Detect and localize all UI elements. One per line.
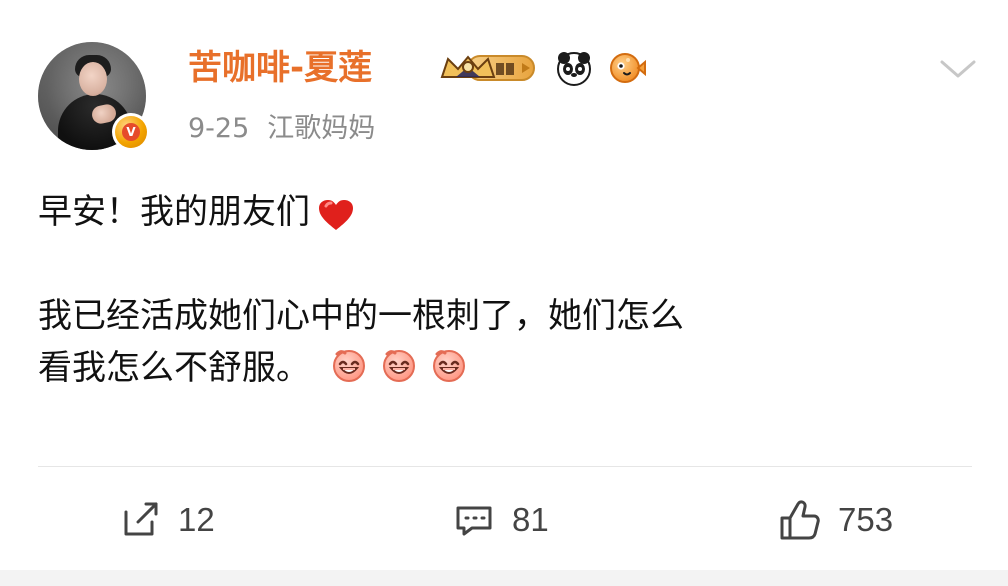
verified-badge-inner: V bbox=[115, 116, 147, 148]
content-text-1: 早安！我的朋友们 bbox=[38, 192, 310, 232]
crown-level-badge-icon[interactable] bbox=[434, 49, 542, 87]
panda-emoji-icon bbox=[554, 48, 594, 88]
content-text-2: 我已经活成她们心中的一根刺了，她们怎么 bbox=[38, 296, 684, 336]
pufferfish-emoji-icon bbox=[606, 48, 646, 88]
chevron-down-icon[interactable] bbox=[936, 54, 980, 84]
comment-svg bbox=[456, 506, 492, 536]
weibo-post: V 苦咖啡-夏莲 9-25 江歌妈妈 早安！我的朋友们 我已经活成她们心中的一根… bbox=[0, 0, 1008, 586]
like-button[interactable]: 753 bbox=[772, 492, 893, 548]
divider bbox=[38, 466, 972, 467]
like-count: 753 bbox=[838, 501, 894, 538]
post-meta: 9-25 江歌妈妈 bbox=[188, 110, 375, 148]
share-count: 12 bbox=[178, 501, 215, 538]
post-content: 早安！我的朋友们 我已经活成她们心中的一根刺了，她们怎么 看我怎么不舒服。 bbox=[38, 186, 978, 394]
red-heart-icon bbox=[316, 195, 356, 230]
thumbs-up-svg bbox=[780, 500, 820, 540]
panda-emoji-svg bbox=[557, 52, 591, 86]
chevron-down-svg bbox=[940, 60, 976, 78]
verified-v-icon: V bbox=[122, 123, 140, 141]
bottom-strip bbox=[0, 570, 1008, 586]
comment-button[interactable]: 81 bbox=[450, 492, 549, 548]
username[interactable]: 苦咖啡-夏莲 bbox=[188, 46, 372, 90]
crown-level-badge-svg bbox=[440, 55, 535, 81]
heart-svg bbox=[319, 199, 353, 230]
laughing-emoji-svg bbox=[332, 349, 365, 382]
share-button[interactable]: 12 bbox=[116, 492, 215, 548]
verified-badge-icon: V bbox=[112, 113, 150, 151]
post-actions: 12 81 753 bbox=[0, 492, 1008, 548]
content-line-2: 我已经活成她们心中的一根刺了，她们怎么 bbox=[38, 290, 978, 342]
thumbs-up-icon bbox=[772, 496, 824, 544]
laughing-emoji-icon bbox=[327, 344, 371, 388]
share-icon bbox=[116, 496, 164, 544]
pufferfish-emoji-svg bbox=[610, 53, 646, 83]
content-text-3: 看我怎么不舒服。 bbox=[38, 348, 310, 388]
content-line-1: 早安！我的朋友们 bbox=[38, 186, 978, 238]
user-badges bbox=[434, 46, 646, 90]
laughing-emoji-svg bbox=[382, 349, 415, 382]
laughing-emoji-svg bbox=[432, 349, 465, 382]
laughing-emoji-icon bbox=[377, 344, 421, 388]
comment-icon bbox=[450, 496, 498, 544]
comment-count: 81 bbox=[512, 501, 549, 538]
avatar-face bbox=[79, 62, 107, 96]
laughing-emoji-icon bbox=[427, 344, 471, 388]
share-svg bbox=[124, 502, 158, 536]
post-source[interactable]: 江歌妈妈 bbox=[267, 113, 375, 144]
post-date: 9-25 bbox=[188, 113, 250, 144]
content-line-3: 看我怎么不舒服。 bbox=[38, 342, 978, 394]
